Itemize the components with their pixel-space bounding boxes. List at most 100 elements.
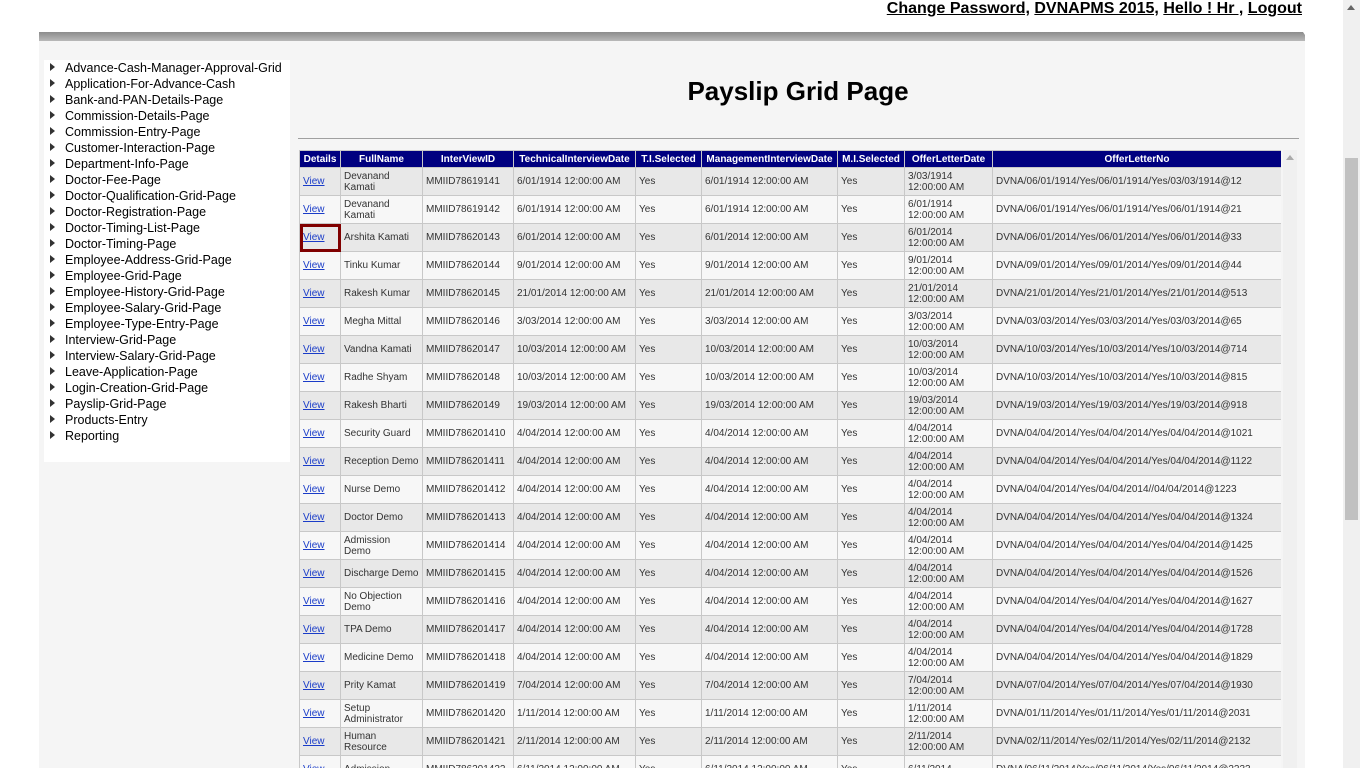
sidebar-item[interactable]: Advance-Cash-Manager-Approval-Grid xyxy=(44,60,282,76)
sidebar-item[interactable]: Doctor-Timing-Page xyxy=(44,236,282,252)
details-cell[interactable]: View xyxy=(299,727,341,756)
details-cell[interactable]: View xyxy=(299,615,341,644)
details-cell[interactable]: View xyxy=(299,587,341,616)
view-link[interactable]: View xyxy=(303,204,325,215)
view-link[interactable]: View xyxy=(303,652,325,663)
sidebar-item-label[interactable]: Doctor-Timing-Page xyxy=(65,237,176,251)
app-name-link[interactable]: DVNAPMS 2015, xyxy=(1034,0,1159,17)
details-cell[interactable]: View xyxy=(299,447,341,476)
sidebar-item[interactable]: Employee-History-Grid-Page xyxy=(44,284,282,300)
details-cell[interactable]: View xyxy=(299,195,341,224)
sidebar-item-label[interactable]: Employee-Grid-Page xyxy=(65,269,182,283)
sidebar-item-label[interactable]: Customer-Interaction-Page xyxy=(65,141,215,155)
view-link[interactable]: View xyxy=(303,736,325,747)
sidebar-item[interactable]: Products-Entry xyxy=(44,412,282,428)
expand-triangle-icon[interactable] xyxy=(50,415,55,423)
sidebar-item-label[interactable]: Employee-History-Grid-Page xyxy=(65,285,225,299)
view-link[interactable]: View xyxy=(303,400,325,411)
view-link[interactable]: View xyxy=(303,624,325,635)
sidebar-item[interactable]: Doctor-Fee-Page xyxy=(44,172,282,188)
sidebar-item-label[interactable]: Reporting xyxy=(65,429,119,443)
view-link[interactable]: View xyxy=(303,680,325,691)
details-cell[interactable]: View xyxy=(299,223,341,252)
expand-triangle-icon[interactable] xyxy=(50,63,55,71)
details-cell[interactable]: View xyxy=(299,419,341,448)
change-password-link[interactable]: Change Password, xyxy=(887,0,1030,17)
sidebar-item-label[interactable]: Login-Creation-Grid-Page xyxy=(65,381,208,395)
expand-triangle-icon[interactable] xyxy=(50,223,55,231)
sidebar-item[interactable]: Interview-Salary-Grid-Page xyxy=(44,348,282,364)
expand-triangle-icon[interactable] xyxy=(50,335,55,343)
sidebar-item[interactable]: Doctor-Qualification-Grid-Page xyxy=(44,188,282,204)
sidebar-item[interactable]: Employee-Salary-Grid-Page xyxy=(44,300,282,316)
sidebar-item[interactable]: Reporting xyxy=(44,428,282,444)
details-cell[interactable]: View xyxy=(299,167,341,196)
page-vertical-scrollbar[interactable] xyxy=(1343,0,1360,768)
expand-triangle-icon[interactable] xyxy=(50,287,55,295)
sidebar-item-label[interactable]: Department-Info-Page xyxy=(65,157,189,171)
sidebar-item[interactable]: Customer-Interaction-Page xyxy=(44,140,282,156)
view-link[interactable]: View xyxy=(303,708,325,719)
sidebar-item[interactable]: Department-Info-Page xyxy=(44,156,282,172)
sidebar-item-label[interactable]: Employee-Salary-Grid-Page xyxy=(65,301,221,315)
expand-triangle-icon[interactable] xyxy=(50,367,55,375)
sidebar-item-label[interactable]: Interview-Salary-Grid-Page xyxy=(65,349,216,363)
view-link[interactable]: View xyxy=(303,764,325,768)
sidebar-item-label[interactable]: Doctor-Fee-Page xyxy=(65,173,161,187)
expand-triangle-icon[interactable] xyxy=(50,319,55,327)
view-link[interactable]: View xyxy=(303,260,325,271)
details-cell[interactable]: View xyxy=(299,503,341,532)
view-link[interactable]: View xyxy=(303,232,325,243)
sidebar-item[interactable]: Employee-Type-Entry-Page xyxy=(44,316,282,332)
sidebar-item[interactable]: Interview-Grid-Page xyxy=(44,332,282,348)
expand-triangle-icon[interactable] xyxy=(50,175,55,183)
sidebar-item-label[interactable]: Doctor-Qualification-Grid-Page xyxy=(65,189,236,203)
sidebar-item-label[interactable]: Payslip-Grid-Page xyxy=(65,397,166,411)
sidebar-item-label[interactable]: Doctor-Registration-Page xyxy=(65,205,206,219)
sidebar-item-label[interactable]: Leave-Application-Page xyxy=(65,365,198,379)
expand-triangle-icon[interactable] xyxy=(50,95,55,103)
sidebar-item-label[interactable]: Bank-and-PAN-Details-Page xyxy=(65,93,223,107)
greeting-link[interactable]: Hello ! Hr , xyxy=(1163,0,1243,17)
expand-triangle-icon[interactable] xyxy=(50,159,55,167)
details-cell[interactable]: View xyxy=(299,699,341,728)
sidebar-item[interactable]: Doctor-Timing-List-Page xyxy=(44,220,282,236)
view-link[interactable]: View xyxy=(303,316,325,327)
scroll-up-icon[interactable] xyxy=(1286,155,1294,160)
sidebar-item-label[interactable]: Commission-Entry-Page xyxy=(65,125,200,139)
scroll-up-icon[interactable] xyxy=(1347,5,1355,10)
details-cell[interactable]: View xyxy=(299,531,341,560)
expand-triangle-icon[interactable] xyxy=(50,239,55,247)
expand-triangle-icon[interactable] xyxy=(50,207,55,215)
sidebar-item[interactable]: Leave-Application-Page xyxy=(44,364,282,380)
sidebar-item[interactable]: Commission-Entry-Page xyxy=(44,124,282,140)
sidebar-item-label[interactable]: Employee-Type-Entry-Page xyxy=(65,317,219,331)
expand-triangle-icon[interactable] xyxy=(50,127,55,135)
details-cell[interactable]: View xyxy=(299,307,341,336)
sidebar-item[interactable]: Login-Creation-Grid-Page xyxy=(44,380,282,396)
sidebar-item[interactable]: Bank-and-PAN-Details-Page xyxy=(44,92,282,108)
details-cell[interactable]: View xyxy=(299,559,341,588)
sidebar-item[interactable]: Employee-Address-Grid-Page xyxy=(44,252,282,268)
expand-triangle-icon[interactable] xyxy=(50,431,55,439)
details-cell[interactable]: View xyxy=(299,671,341,700)
sidebar-item[interactable]: Application-For-Advance-Cash xyxy=(44,76,282,92)
expand-triangle-icon[interactable] xyxy=(50,79,55,87)
scroll-thumb[interactable] xyxy=(1345,158,1358,520)
sidebar-item[interactable]: Payslip-Grid-Page xyxy=(44,396,282,412)
view-link[interactable]: View xyxy=(303,288,325,299)
sidebar-item-label[interactable]: Application-For-Advance-Cash xyxy=(65,77,235,91)
grid-vertical-scrollbar[interactable] xyxy=(1283,150,1297,768)
view-link[interactable]: View xyxy=(303,428,325,439)
sidebar-item[interactable]: Doctor-Registration-Page xyxy=(44,204,282,220)
expand-triangle-icon[interactable] xyxy=(50,255,55,263)
sidebar-item[interactable]: Employee-Grid-Page xyxy=(44,268,282,284)
details-cell[interactable]: View xyxy=(299,335,341,364)
expand-triangle-icon[interactable] xyxy=(50,191,55,199)
sidebar-item-label[interactable]: Advance-Cash-Manager-Approval-Grid xyxy=(65,61,282,75)
expand-triangle-icon[interactable] xyxy=(50,271,55,279)
view-link[interactable]: View xyxy=(303,568,325,579)
details-cell[interactable]: View xyxy=(299,643,341,672)
view-link[interactable]: View xyxy=(303,484,325,495)
details-cell[interactable]: View xyxy=(299,363,341,392)
